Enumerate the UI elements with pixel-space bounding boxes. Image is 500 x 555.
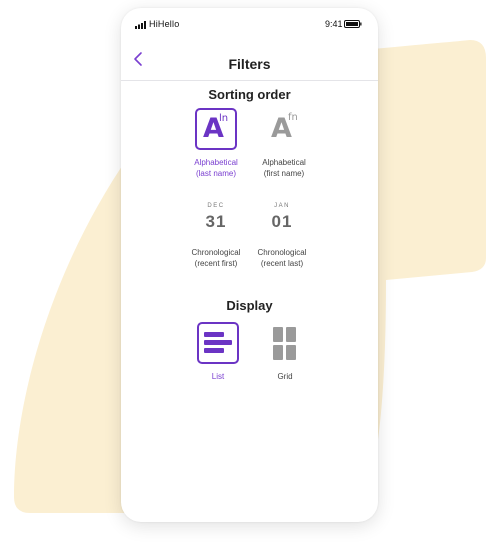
list-glyph bbox=[204, 332, 232, 353]
option-label: Alphabetical (first name) bbox=[262, 158, 306, 178]
alphabetical-last-name-icon: A ln bbox=[195, 108, 237, 150]
icon-day: 31 bbox=[205, 212, 227, 231]
sort-alphabetical-first-name-option[interactable]: A fn Alphabetical (first name) bbox=[244, 108, 324, 179]
icon-superscript: fn bbox=[288, 112, 298, 123]
app-screenshot: HiHello 9:41 Filters Sorting order A ln bbox=[0, 0, 500, 555]
battery-icon bbox=[344, 20, 362, 28]
grid-glyph bbox=[273, 327, 296, 360]
calendar-jan-01-icon: JAN 01 bbox=[261, 198, 303, 240]
calendar-dec-31-icon: DEC 31 bbox=[195, 198, 237, 240]
icon-superscript: ln bbox=[219, 113, 229, 124]
icon-day: 01 bbox=[271, 212, 293, 231]
list-icon bbox=[197, 322, 239, 364]
sorting-order-heading: Sorting order bbox=[208, 87, 291, 102]
option-label: Grid bbox=[277, 372, 293, 381]
carrier-name: HiHello bbox=[149, 19, 180, 29]
page-title: Filters bbox=[228, 56, 271, 72]
phone-frame: HiHello 9:41 Filters Sorting order A ln bbox=[121, 8, 378, 522]
alphabetical-first-name-icon: A fn bbox=[263, 108, 305, 150]
icon-month: JAN bbox=[274, 203, 290, 209]
display-heading: Display bbox=[226, 298, 273, 313]
icon-month: DEC bbox=[207, 203, 225, 209]
grid-icon bbox=[264, 322, 306, 364]
display-grid-option[interactable]: Grid bbox=[245, 322, 325, 382]
sort-chronological-recent-last-option[interactable]: JAN 01 Chronological (recent last) bbox=[242, 198, 322, 269]
status-bar: HiHello 9:41 bbox=[121, 8, 378, 40]
status-time: 9:41 bbox=[325, 19, 343, 29]
option-label: Chronological (recent last) bbox=[257, 248, 307, 268]
navigation-bar: Filters bbox=[121, 42, 378, 81]
signal-icon bbox=[135, 21, 146, 29]
